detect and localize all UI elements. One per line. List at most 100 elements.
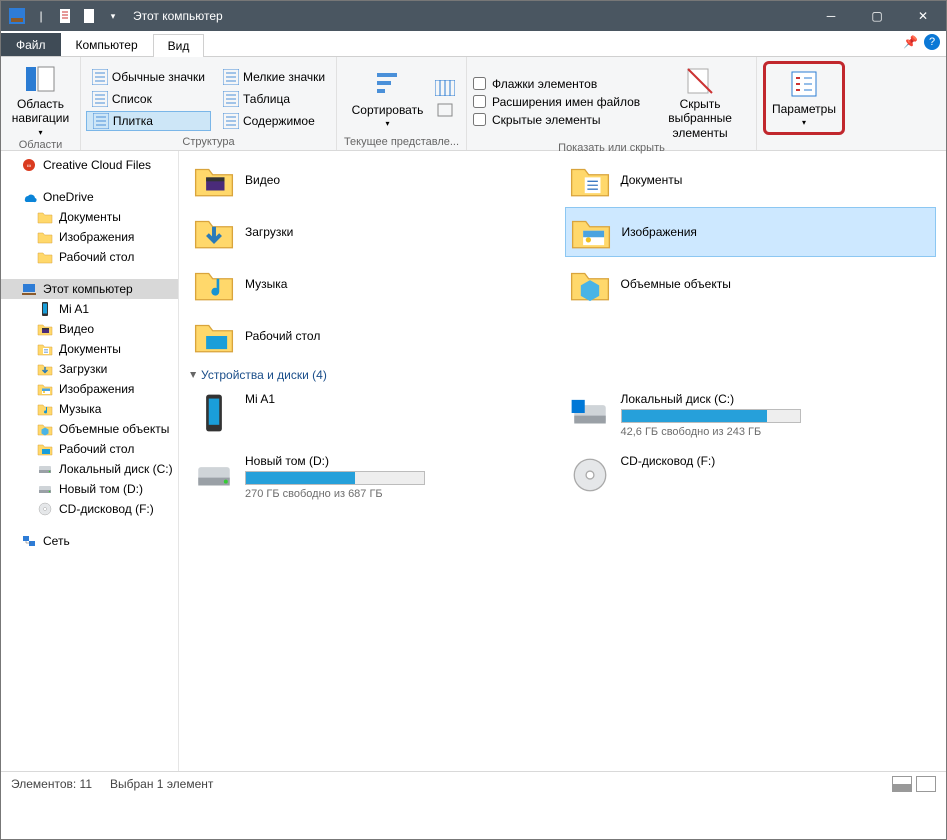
layout-opt-3[interactable]: Таблица bbox=[217, 89, 331, 109]
hdd-icon bbox=[193, 454, 235, 496]
group-label-layout: Структура bbox=[182, 136, 234, 148]
net-icon bbox=[21, 533, 37, 549]
drive-tile[interactable]: Новый том (D:)270 ГБ свободно из 687 ГБ bbox=[189, 450, 561, 510]
hide-selected-button[interactable]: Скрыть выбранные элементы bbox=[650, 61, 750, 142]
view-details-icon[interactable] bbox=[892, 776, 912, 792]
hdd-icon bbox=[37, 461, 53, 477]
ribbon-tabs: Файл Компьютер Вид 📌 ? bbox=[1, 31, 946, 57]
dl-icon bbox=[193, 211, 235, 253]
win-icon bbox=[569, 392, 611, 434]
doc-icon bbox=[37, 341, 53, 357]
tree-item[interactable]: Сеть bbox=[1, 531, 178, 551]
desk-icon bbox=[37, 441, 53, 457]
help-icon[interactable]: ? bbox=[924, 34, 940, 50]
tab-computer[interactable]: Компьютер bbox=[61, 33, 153, 56]
desk-icon bbox=[193, 315, 235, 357]
drive-tile[interactable]: Mi A1 bbox=[189, 388, 561, 448]
layout-opt-5[interactable]: Содержимое bbox=[217, 111, 331, 131]
3d-icon bbox=[569, 263, 611, 305]
doc-icon bbox=[569, 159, 611, 201]
od-icon bbox=[21, 189, 37, 205]
tree-item[interactable]: Этот компьютер bbox=[1, 279, 178, 299]
drive-tile[interactable]: Локальный диск (С:)42,6 ГБ свободно из 2… bbox=[565, 388, 937, 448]
tree-item[interactable]: Изображения bbox=[1, 379, 178, 399]
sort-button[interactable]: Сортировать▾ bbox=[348, 67, 428, 131]
close-button[interactable]: ✕ bbox=[900, 1, 946, 31]
folder-tile[interactable]: Изображения bbox=[565, 207, 937, 257]
chk-item-checkboxes[interactable]: Флажки элементов bbox=[473, 77, 640, 91]
tree-item[interactable]: Документы bbox=[1, 207, 178, 227]
status-count: Элементов: 11 bbox=[11, 777, 92, 791]
vid-icon bbox=[37, 321, 53, 337]
app-icon bbox=[7, 6, 27, 26]
ph-icon bbox=[193, 392, 235, 434]
tab-view[interactable]: Вид bbox=[153, 34, 205, 57]
qat-new-icon[interactable] bbox=[79, 6, 99, 26]
hdd-icon bbox=[37, 481, 53, 497]
vid-icon bbox=[193, 159, 235, 201]
fld-icon bbox=[37, 249, 53, 265]
fld-icon bbox=[37, 229, 53, 245]
pc-icon bbox=[21, 281, 37, 297]
window-title: Этот компьютер bbox=[133, 9, 223, 23]
folder-tile[interactable]: Объемные объекты bbox=[565, 259, 937, 309]
pin-icon[interactable]: 📌 bbox=[903, 35, 918, 49]
content-pane[interactable]: ВидеоДокументыЗагрузкиИзображенияМузыкаО… bbox=[179, 151, 946, 771]
chk-hidden-items[interactable]: Скрытые элементы bbox=[473, 113, 640, 127]
maximize-button[interactable]: ▢ bbox=[854, 1, 900, 31]
view-tiles-icon[interactable] bbox=[916, 776, 936, 792]
layout-opt-1[interactable]: Мелкие значки bbox=[217, 67, 331, 87]
folder-tile[interactable]: Видео bbox=[189, 155, 561, 205]
tree-item[interactable]: Локальный диск (С:) bbox=[1, 459, 178, 479]
img-icon bbox=[570, 211, 612, 253]
options-button[interactable]: Параметры▾ bbox=[768, 66, 840, 130]
qat-divider: | bbox=[31, 6, 51, 26]
mus-icon bbox=[193, 263, 235, 305]
tree-item[interactable]: ∞Creative Cloud Files bbox=[1, 155, 178, 175]
tree-item[interactable]: Объемные объекты bbox=[1, 419, 178, 439]
folder-tile[interactable]: Музыка bbox=[189, 259, 561, 309]
add-columns-icon[interactable] bbox=[435, 80, 455, 96]
nav-pane-button[interactable]: Область навигации▾ bbox=[8, 61, 73, 139]
tree-item[interactable]: Рабочий стол bbox=[1, 247, 178, 267]
tree-item[interactable]: Музыка bbox=[1, 399, 178, 419]
ribbon: Область навигации▾ Области Обычные значк… bbox=[1, 57, 946, 151]
titlebar: | ▾ Этот компьютер ─ ▢ ✕ bbox=[1, 1, 946, 31]
tree-item[interactable]: Загрузки bbox=[1, 359, 178, 379]
nav-tree[interactable]: ∞Creative Cloud FilesOneDriveДокументыИз… bbox=[1, 151, 179, 771]
folder-tile[interactable]: Загрузки bbox=[189, 207, 561, 257]
minimize-button[interactable]: ─ bbox=[808, 1, 854, 31]
tab-file[interactable]: Файл bbox=[1, 33, 61, 56]
layout-options: Обычные значки Мелкие значки Список Таблица… bbox=[86, 67, 331, 131]
group-label-current: Текущее представле... bbox=[344, 136, 459, 148]
ph-icon bbox=[37, 301, 53, 317]
cd-icon bbox=[37, 501, 53, 517]
layout-opt-2[interactable]: Список bbox=[86, 89, 211, 109]
folder-tile[interactable]: Документы bbox=[565, 155, 937, 205]
3d-icon bbox=[37, 421, 53, 437]
dl-icon bbox=[37, 361, 53, 377]
layout-opt-0[interactable]: Обычные значки bbox=[86, 67, 211, 87]
tree-item[interactable]: CD-дисковод (F:) bbox=[1, 499, 178, 519]
tree-item[interactable]: OneDrive bbox=[1, 187, 178, 207]
qat-dropdown-icon[interactable]: ▾ bbox=[103, 6, 123, 26]
tree-item[interactable]: Изображения bbox=[1, 227, 178, 247]
chk-file-extensions[interactable]: Расширения имен файлов bbox=[473, 95, 640, 109]
img-icon bbox=[37, 381, 53, 397]
tree-item[interactable]: Документы bbox=[1, 339, 178, 359]
fld-icon bbox=[37, 209, 53, 225]
tree-item[interactable]: Рабочий стол bbox=[1, 439, 178, 459]
qat-properties-icon[interactable] bbox=[55, 6, 75, 26]
cc-icon: ∞ bbox=[21, 157, 37, 173]
folder-tile[interactable]: Рабочий стол bbox=[189, 311, 561, 361]
drive-tile[interactable]: CD-дисковод (F:) bbox=[565, 450, 937, 510]
size-columns-icon[interactable] bbox=[435, 102, 455, 118]
mus-icon bbox=[37, 401, 53, 417]
layout-opt-4[interactable]: Плитка bbox=[86, 111, 211, 131]
tree-item[interactable]: Новый том (D:) bbox=[1, 479, 178, 499]
group-label-areas: Области bbox=[19, 139, 63, 151]
tree-item[interactable]: Mi A1 bbox=[1, 299, 178, 319]
tree-item[interactable]: Видео bbox=[1, 319, 178, 339]
drives-group-header[interactable]: ▸Устройства и диски (4) bbox=[189, 361, 936, 388]
svg-text:∞: ∞ bbox=[27, 164, 31, 170]
